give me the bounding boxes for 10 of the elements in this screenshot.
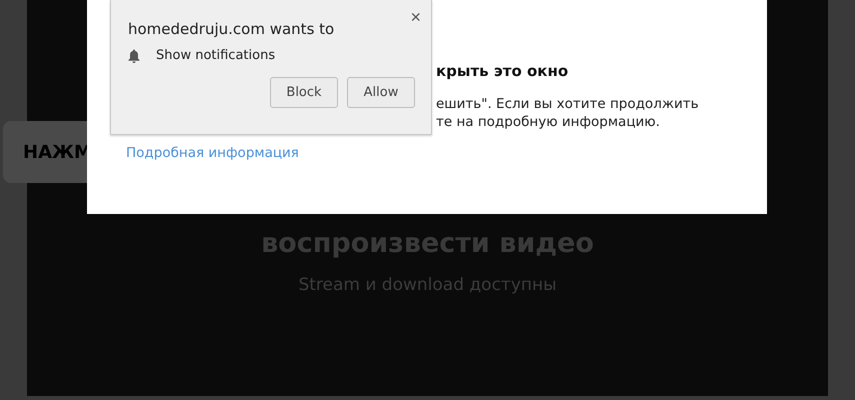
close-button[interactable]: × [410,8,421,26]
modal-text: ешить". Если вы хотите продолжить [436,95,699,113]
allow-button[interactable]: Allow [347,77,415,108]
bell-icon [128,48,140,62]
permission-label: Show notifications [156,48,276,63]
block-button[interactable]: Block [270,77,338,108]
modal-title: крыть это окно [436,62,568,80]
details-link[interactable]: Подробная информация [126,145,299,161]
modal-text: те на подробную информацию. [436,113,661,131]
popup-title: homededruju.com wants to [128,20,334,38]
